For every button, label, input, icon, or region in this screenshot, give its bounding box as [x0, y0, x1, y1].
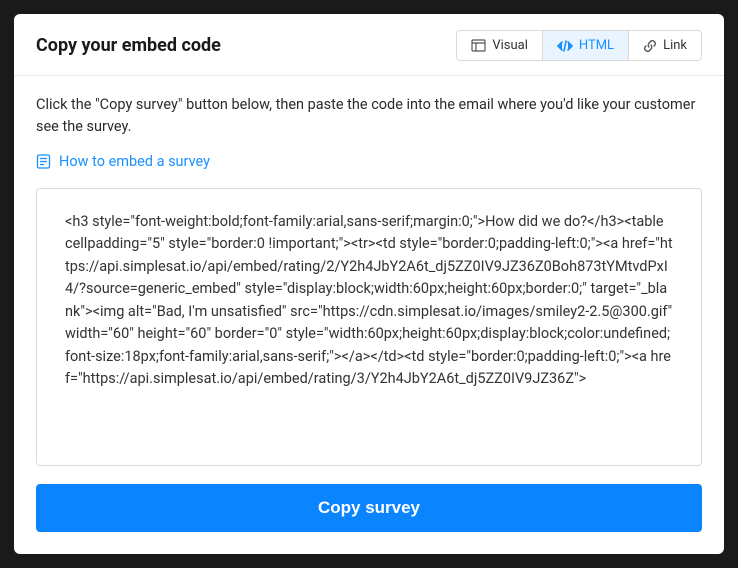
visual-icon	[471, 39, 486, 52]
embed-code-textarea[interactable]	[37, 189, 701, 465]
document-icon	[36, 154, 51, 169]
modal-title: Copy your embed code	[36, 35, 221, 56]
help-link-label: How to embed a survey	[59, 153, 210, 170]
tab-link[interactable]: Link	[629, 31, 701, 60]
copy-survey-button[interactable]: Copy survey	[36, 484, 702, 532]
help-link[interactable]: How to embed a survey	[36, 153, 702, 170]
code-icon	[557, 40, 573, 52]
tab-visual[interactable]: Visual	[457, 31, 543, 60]
tab-html-label: HTML	[579, 38, 614, 53]
view-tabs: Visual HTML Link	[456, 30, 702, 61]
embed-code-modal: Copy your embed code Visual HTML	[14, 14, 724, 554]
tab-link-label: Link	[663, 38, 687, 53]
tab-visual-label: Visual	[492, 38, 528, 53]
instruction-text: Click the "Copy survey" button below, th…	[36, 94, 702, 139]
modal-body: Click the "Copy survey" button below, th…	[14, 76, 724, 554]
modal-header: Copy your embed code Visual HTML	[14, 14, 724, 76]
tab-html[interactable]: HTML	[543, 31, 629, 60]
code-container	[36, 188, 702, 466]
link-icon	[643, 39, 657, 53]
